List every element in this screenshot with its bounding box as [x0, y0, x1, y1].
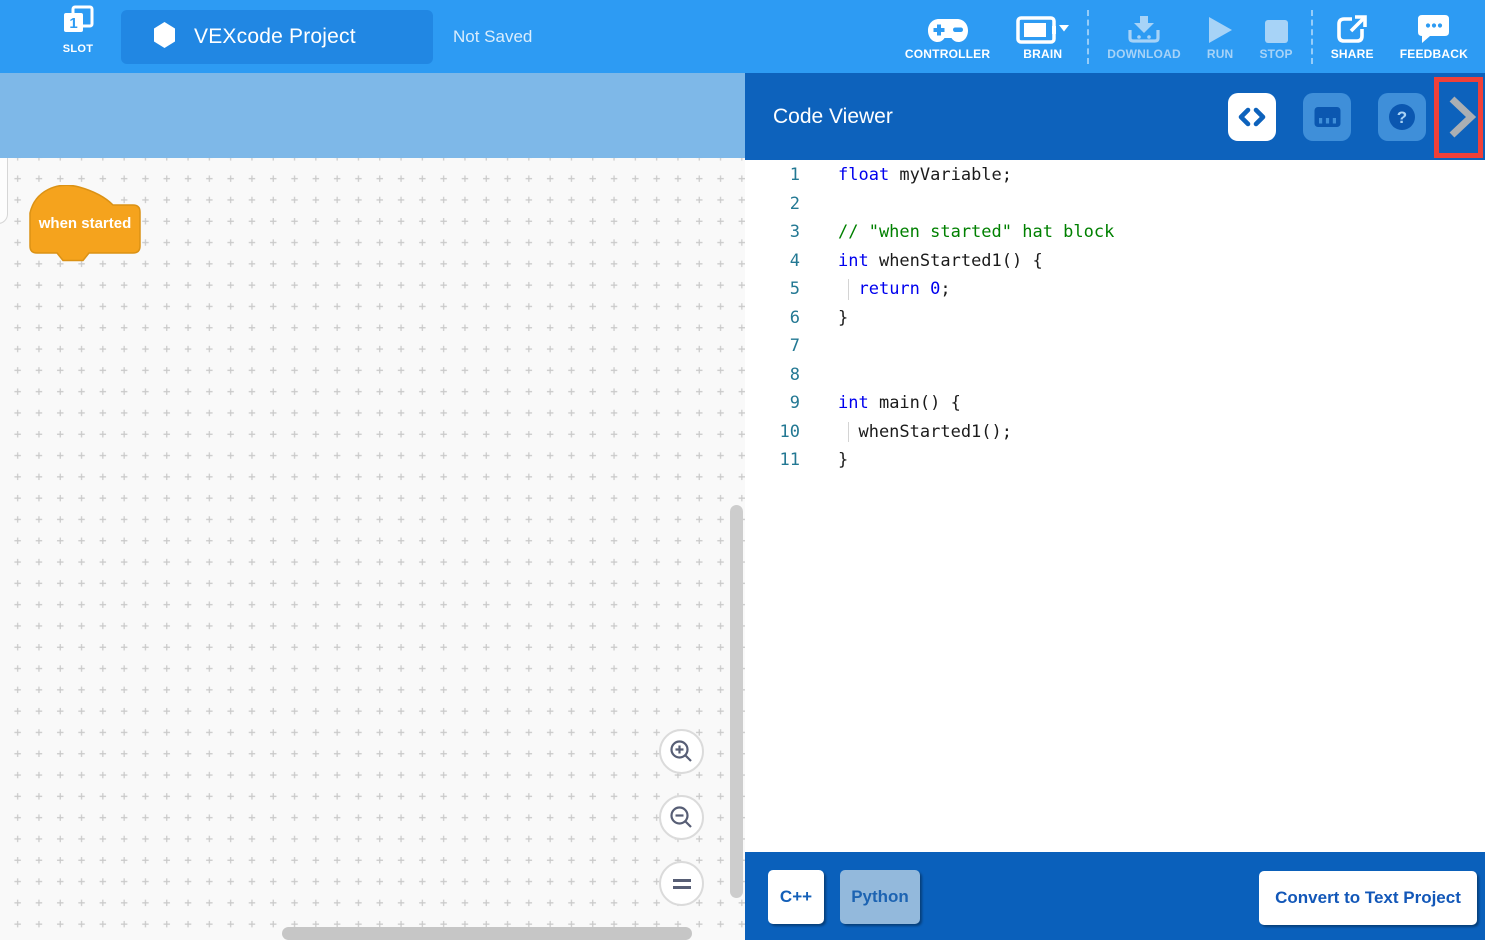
block-categories-strip [0, 73, 745, 158]
feedback-label: FEEDBACK [1400, 47, 1468, 61]
line-number: 8 [745, 361, 800, 390]
brain-label: BRAIN [1023, 47, 1062, 61]
zoom-out-button[interactable] [659, 795, 704, 840]
stop-label: STOP [1259, 47, 1292, 61]
app-header: 1 SLOT VEXcode Project Not Saved CONTROL… [0, 0, 1485, 73]
slot-label: SLOT [63, 43, 94, 55]
when-started-block[interactable]: when started [27, 185, 143, 265]
svg-text:?: ? [1397, 108, 1407, 127]
run-button[interactable]: RUN [1194, 12, 1247, 61]
code-line: 11} [745, 446, 1485, 475]
vertical-scrollbar[interactable] [730, 505, 743, 898]
download-label: DOWNLOAD [1107, 47, 1181, 61]
stop-icon [1264, 12, 1289, 44]
share-button[interactable]: SHARE [1318, 12, 1387, 61]
code-line: 6} [745, 304, 1485, 333]
run-icon [1207, 12, 1233, 44]
download-button[interactable]: DOWNLOAD [1094, 12, 1194, 61]
question-icon: ? [1388, 103, 1416, 131]
line-number: 2 [745, 190, 800, 219]
line-number: 9 [745, 389, 800, 418]
code-viewer-footer: C++ Python Convert to Text Project [745, 852, 1485, 940]
code-line: 2 [745, 190, 1485, 219]
feedback-button[interactable]: FEEDBACK [1387, 12, 1481, 61]
code-line: 7 [745, 332, 1485, 361]
help-button[interactable]: ? [1378, 93, 1426, 141]
line-number: 6 [745, 304, 800, 333]
run-label: RUN [1207, 47, 1234, 61]
code-text: } [838, 304, 848, 333]
code-line: 1 float myVariable; [745, 161, 1485, 190]
brain-button[interactable]: BRAIN [1003, 12, 1082, 61]
code-text: int whenStarted1() { [838, 247, 1043, 276]
dot-grid [0, 158, 745, 940]
svg-text:1: 1 [69, 15, 77, 32]
line-number: 4 [745, 247, 800, 276]
code-line: 5 return 0; [745, 275, 1485, 304]
controller-icon [928, 12, 968, 44]
slot-selector[interactable]: 1 SLOT [52, 5, 104, 69]
hat-block-label: when started [27, 215, 143, 232]
zoom-in-icon [669, 739, 695, 765]
code-text: return 0; [838, 275, 951, 304]
controller-button[interactable]: CONTROLLER [892, 12, 1003, 61]
reset-zoom-button[interactable] [659, 861, 704, 906]
brain-small-icon [1314, 106, 1341, 128]
horizontal-scrollbar[interactable] [282, 927, 692, 940]
line-number: 7 [745, 332, 800, 361]
code-view-toggle-button[interactable] [1228, 93, 1276, 141]
code-editor[interactable]: 1 float myVariable; 23 // "when started" ha… [745, 160, 1485, 852]
code-text: int main() { [838, 389, 961, 418]
toolbar-separator [1311, 10, 1313, 64]
brain-view-button[interactable] [1303, 93, 1351, 141]
stop-button[interactable]: STOP [1246, 12, 1305, 61]
code-text: float myVariable; [838, 161, 1012, 190]
line-number: 5 [745, 275, 800, 304]
header-toolbar: CONTROLLER BRAIN [892, 0, 1481, 73]
code-text: // "when started" hat block [838, 218, 1114, 247]
brain-icon [1016, 12, 1069, 44]
project-title: VEXcode Project [194, 25, 356, 49]
slot-icon: 1 [61, 5, 95, 42]
code-viewer-header: Code Viewer ? [745, 73, 1485, 160]
zoom-in-button[interactable] [659, 729, 704, 774]
save-status: Not Saved [453, 0, 532, 73]
controller-label: CONTROLLER [905, 47, 990, 61]
code-text: whenStarted1(); [838, 418, 1012, 447]
code-text: } [838, 446, 848, 475]
code-lines: 1 float myVariable; 23 // "when started" ha… [745, 161, 1485, 475]
code-viewer-title: Code Viewer [773, 73, 893, 160]
code-line: 9 int main() { [745, 389, 1485, 418]
download-icon [1127, 12, 1161, 44]
line-number: 10 [745, 418, 800, 447]
chevron-right-icon [1448, 96, 1476, 138]
line-number: 1 [745, 161, 800, 190]
feedback-icon [1417, 12, 1450, 44]
palette-edge [0, 158, 8, 224]
line-number: 3 [745, 218, 800, 247]
code-line: 3 // "when started" hat block [745, 218, 1485, 247]
toolbar-separator [1087, 10, 1089, 64]
project-name-button[interactable]: VEXcode Project [121, 10, 433, 64]
share-icon [1336, 12, 1368, 44]
code-viewer-panel: Code Viewer ? [745, 73, 1485, 940]
code-icon [1238, 105, 1266, 129]
line-number: 11 [745, 446, 800, 475]
code-line: 4 int whenStarted1() { [745, 247, 1485, 276]
share-label: SHARE [1331, 47, 1374, 61]
hexagon-icon [153, 22, 176, 53]
code-line: 10 whenStarted1(); [745, 418, 1485, 447]
convert-to-text-project-button[interactable]: Convert to Text Project [1259, 871, 1477, 925]
reset-zoom-icon [670, 875, 694, 893]
cpp-tab[interactable]: C++ [768, 870, 824, 924]
collapse-panel-button[interactable] [1446, 95, 1478, 139]
zoom-out-icon [669, 805, 695, 831]
code-line: 8 [745, 361, 1485, 390]
python-tab[interactable]: Python [840, 870, 920, 924]
blocks-canvas[interactable]: when started [0, 158, 745, 940]
